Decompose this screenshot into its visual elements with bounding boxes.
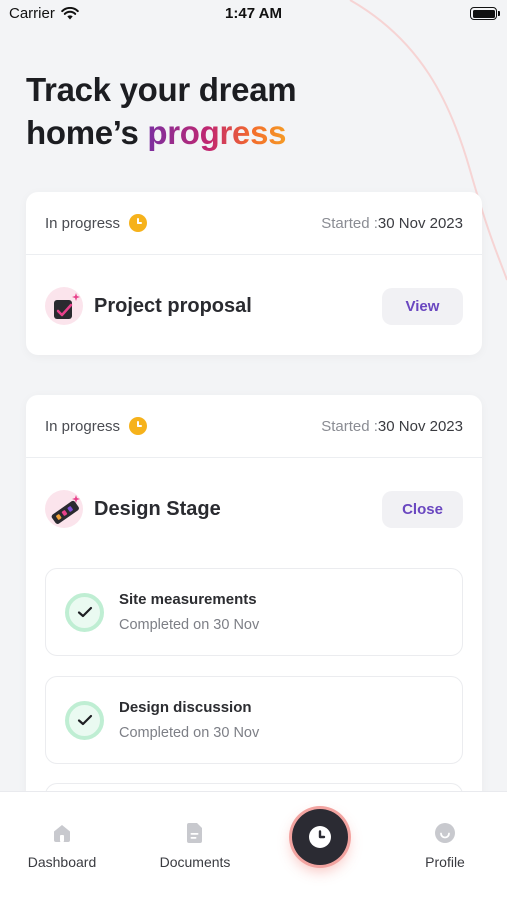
title-line-1: Track your dream — [26, 71, 297, 108]
home-icon — [54, 825, 70, 842]
proposal-icon — [45, 287, 83, 325]
stage-title: Project proposal — [94, 294, 252, 317]
clock-icon — [309, 826, 331, 848]
clock-icon — [129, 417, 148, 435]
started-prefix: Started : — [321, 417, 378, 435]
battery-icon — [470, 7, 500, 20]
nav-label: Dashboard — [27, 854, 97, 870]
design-stage-card: In progress Started :30 Nov 2023 Design … — [26, 395, 482, 823]
task-item[interactable]: Site measurements Completed on 30 Nov — [45, 568, 463, 656]
progress-fab-button[interactable] — [292, 809, 348, 865]
status-bar: Carrier 1:47 AM — [0, 0, 507, 30]
clock-icon — [129, 214, 148, 232]
task-title: Design discussion — [119, 699, 252, 716]
nav-label: Documents — [159, 854, 231, 870]
nav-documents[interactable]: Documents — [135, 792, 255, 892]
started-prefix: Started : — [321, 214, 378, 232]
task-title: Site measurements — [119, 591, 257, 608]
status-label: In progress — [45, 417, 121, 435]
check-icon — [65, 592, 104, 632]
title-line-2: home’s progress — [26, 111, 296, 154]
page-title: Track your dream home’s progress — [26, 68, 297, 154]
card-header: In progress Started :30 Nov 2023 — [26, 395, 482, 458]
nav-dashboard[interactable]: Dashboard — [2, 792, 122, 892]
task-subtitle: Completed on 30 Nov — [119, 725, 260, 741]
nav-label: Profile — [425, 854, 465, 870]
stage-row: Design Stage Close — [26, 458, 482, 560]
nav-profile[interactable]: Profile — [385, 792, 505, 892]
started-date: Started :30 Nov 2023 — [321, 418, 463, 435]
document-icon — [187, 823, 202, 843]
started-value: 30 Nov 2023 — [377, 214, 463, 232]
stage-row: Project proposal View — [26, 255, 482, 357]
status-time: 1:47 AM — [225, 5, 282, 22]
card-header: In progress Started :30 Nov 2023 — [26, 192, 482, 255]
check-icon — [65, 700, 104, 740]
task-item[interactable]: Design discussion Completed on 30 Nov — [45, 676, 463, 764]
started-value: 30 Nov 2023 — [377, 417, 463, 435]
bottom-nav: Dashboard Documents Profile — [0, 791, 507, 900]
view-button[interactable]: View — [382, 287, 463, 325]
stage-title: Design Stage — [94, 497, 221, 520]
started-date: Started :30 Nov 2023 — [321, 215, 463, 232]
status: In progress — [45, 214, 148, 232]
status-label: In progress — [45, 214, 121, 232]
project-proposal-card: In progress Started :30 Nov 2023 Project… — [26, 192, 482, 355]
title-highlight: progress — [147, 114, 287, 151]
title-prefix: home’s — [26, 114, 148, 151]
profile-icon — [435, 823, 455, 843]
design-palette-icon — [45, 490, 83, 528]
task-subtitle: Completed on 30 Nov — [119, 617, 260, 633]
close-button[interactable]: Close — [382, 490, 463, 528]
status: In progress — [45, 417, 148, 435]
